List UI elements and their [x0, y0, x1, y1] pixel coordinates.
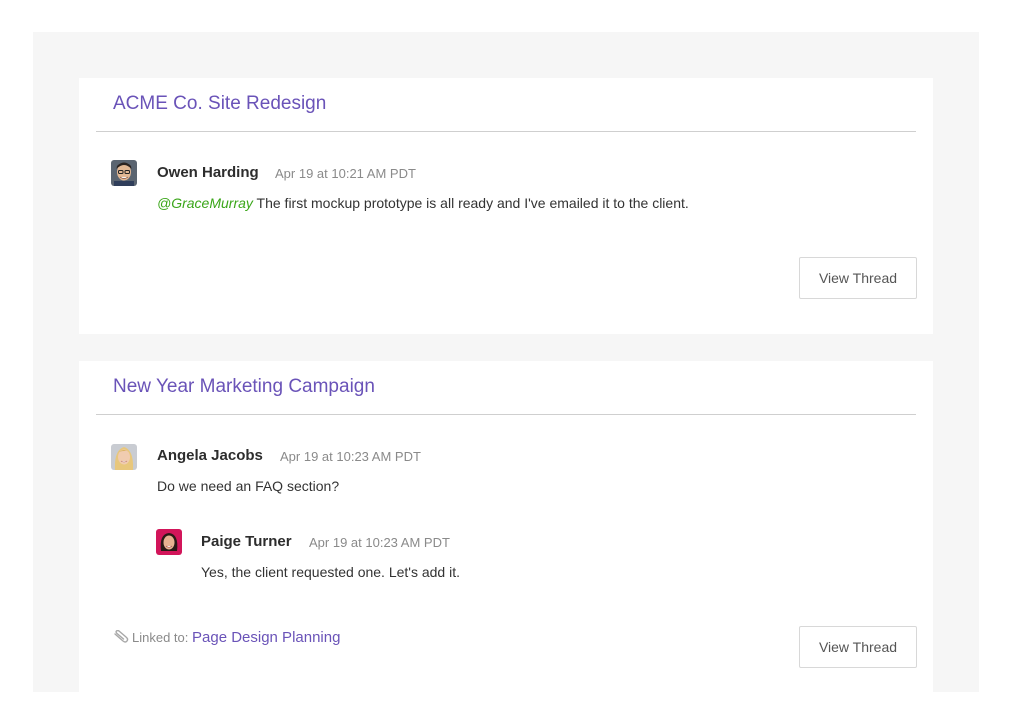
- avatar[interactable]: [111, 160, 137, 186]
- reply-author[interactable]: Paige Turner: [201, 533, 292, 550]
- thread-title[interactable]: ACME Co. Site Redesign: [113, 93, 326, 115]
- avatar-angela-icon: [111, 444, 137, 470]
- comment-author[interactable]: Owen Harding: [157, 164, 259, 181]
- paperclip-icon: [113, 629, 129, 647]
- view-thread-button[interactable]: View Thread: [799, 626, 917, 668]
- comment-author[interactable]: Angela Jacobs: [157, 447, 263, 464]
- reply-body: Yes, the client requested one. Let's add…: [201, 564, 460, 580]
- linked-to: Linked to: Page Design Planning: [113, 629, 340, 647]
- thread-title[interactable]: New Year Marketing Campaign: [113, 376, 375, 398]
- avatar-owen-icon: [111, 160, 137, 186]
- mention-link[interactable]: @GraceMurray: [157, 195, 253, 211]
- divider: [96, 414, 916, 415]
- comment-body: Do we need an FAQ section?: [157, 478, 340, 494]
- thread-card: ACME Co. Site Redesign Owen Harding Apr …: [79, 78, 933, 334]
- comment-timestamp: Apr 19 at 10:23 AM PDT: [280, 449, 421, 464]
- reply-timestamp: Apr 19 at 10:23 AM PDT: [309, 535, 450, 550]
- thread-feed-panel: ACME Co. Site Redesign Owen Harding Apr …: [33, 32, 979, 692]
- divider: [96, 131, 916, 132]
- linked-thread-link[interactable]: Page Design Planning: [192, 629, 340, 646]
- avatar[interactable]: [111, 444, 137, 470]
- comment-body: @GraceMurray The first mockup prototype …: [157, 195, 689, 211]
- avatar-paige-icon: [156, 529, 182, 555]
- linked-prefix: Linked to:: [132, 630, 189, 645]
- comment-text: The first mockup prototype is all ready …: [256, 195, 689, 211]
- thread-card: New Year Marketing Campaign Angela Jacob…: [79, 361, 933, 692]
- comment-timestamp: Apr 19 at 10:21 AM PDT: [275, 166, 416, 181]
- avatar[interactable]: [156, 529, 182, 555]
- view-thread-button[interactable]: View Thread: [799, 257, 917, 299]
